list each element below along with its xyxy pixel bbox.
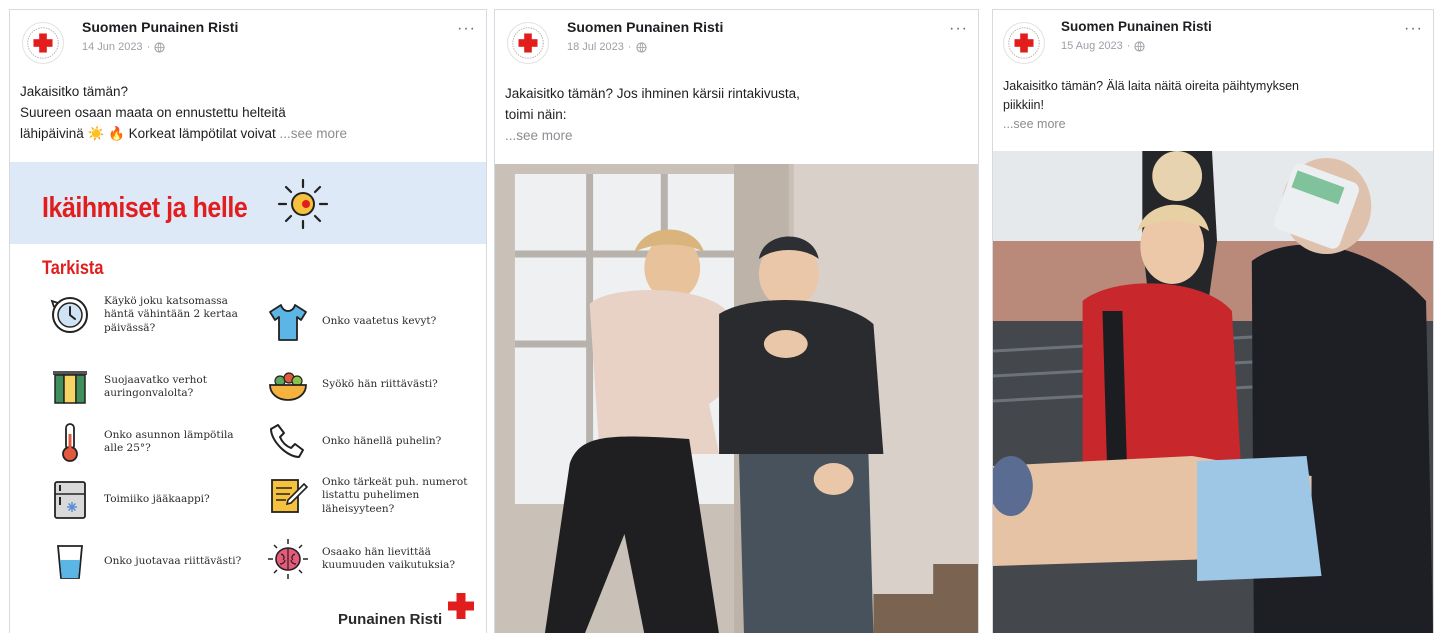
globe-icon xyxy=(635,41,647,53)
infographic-subtitle: Tarkista xyxy=(42,258,104,279)
more-horizontal-icon[interactable]: ··· xyxy=(1404,21,1423,37)
red-cross-logo-icon xyxy=(512,27,544,59)
caption-line: Jakaisitko tämän? Jos ihminen kärsii rin… xyxy=(505,86,800,101)
globe-icon xyxy=(1134,40,1146,52)
checklist-item: Suojaavatko verhot auringonvalolta? xyxy=(48,365,254,409)
post-date[interactable]: 14 Jun 2023 xyxy=(82,41,143,53)
first-aid-photo-illustration xyxy=(993,151,1433,633)
checklist-item-text: Onko hänellä puhelin? xyxy=(322,435,442,448)
checklist-item: Osaako hän lievittää kuumuuden vaikutuks… xyxy=(266,537,472,581)
brand-name: Punainen Risti xyxy=(338,611,443,628)
checklist-item-text: Onko juotavaa riittävästi? xyxy=(104,555,242,568)
more-horizontal-icon[interactable]: ··· xyxy=(949,21,968,37)
checklist-item: Onko juotavaa riittävästi? xyxy=(48,540,254,584)
checklist-item-text: Osaako hän lievittää kuumuuden vaikutuks… xyxy=(322,545,456,572)
checklist-item-text: Onko tärkeät puh. numerot listattu puhel… xyxy=(322,475,468,515)
checklist-item-text: Käykö joku katsomassa häntä vähintään 2 … xyxy=(104,294,238,334)
post-intoxication-symptoms: Suomen Punainen Risti 15 Aug 2023 · ··· … xyxy=(992,9,1434,633)
curtain-icon xyxy=(48,365,92,409)
post-photo[interactable] xyxy=(495,164,978,633)
brain-icon xyxy=(266,537,310,581)
phone-icon xyxy=(266,420,310,464)
page-avatar[interactable] xyxy=(22,22,64,64)
caption-line: piikkiin! xyxy=(1003,98,1044,112)
post-meta: 18 Jul 2023 · xyxy=(567,41,647,53)
caption-line: Jakaisitko tämän? Älä laita näitä oireit… xyxy=(1003,79,1299,93)
caption-line: lähipäivinä ☀️ 🔥 Korkeat lämpötilat voiv… xyxy=(20,126,348,141)
see-more-link[interactable]: ...see more xyxy=(505,125,968,146)
page-avatar[interactable] xyxy=(1003,22,1045,64)
chest-pain-photo-illustration xyxy=(495,164,978,633)
checklist-item: Onko asunnon lämpötila alle 25°? xyxy=(48,420,254,464)
food-bowl-icon xyxy=(266,363,310,407)
thermometer-icon xyxy=(48,420,92,464)
post-header: Suomen Punainen Risti 14 Jun 2023 · ··· xyxy=(10,10,486,70)
page-name-link[interactable]: Suomen Punainen Risti xyxy=(82,19,238,35)
page-name-link[interactable]: Suomen Punainen Risti xyxy=(567,19,723,35)
post-caption: Jakaisitko tämän? Suureen osaan maata on… xyxy=(20,81,476,144)
post-photo[interactable] xyxy=(993,151,1433,633)
post-caption: Jakaisitko tämän? Jos ihminen kärsii rin… xyxy=(505,83,968,146)
red-cross-logo-icon xyxy=(27,27,59,59)
caption-line: toimi näin: xyxy=(505,107,567,122)
post-header: Suomen Punainen Risti 15 Aug 2023 · ··· xyxy=(993,10,1433,70)
red-cross-logo-icon xyxy=(1008,27,1040,59)
see-more-link[interactable]: ...see more xyxy=(280,126,348,141)
infographic-title: Ikäihmiset ja helle xyxy=(42,192,248,224)
checklist-item-text: Syökö hän riittävästi? xyxy=(322,378,438,391)
red-cross-icon xyxy=(448,593,474,619)
checklist-item: Syökö hän riittävästi? xyxy=(266,363,472,407)
notepad-icon xyxy=(266,474,310,518)
more-horizontal-icon[interactable]: ··· xyxy=(457,21,476,37)
infographic-image[interactable]: Ikäihmiset ja helle Tarkista Käykö joku … xyxy=(10,162,486,633)
post-chest-pain: Suomen Punainen Risti 18 Jul 2023 · ··· … xyxy=(494,9,979,633)
checklist-item-text: Onko vaatetus kevyt? xyxy=(322,315,437,328)
checklist-item: Käykö joku katsomassa häntä vähintään 2 … xyxy=(48,293,254,337)
post-date[interactable]: 18 Jul 2023 xyxy=(567,41,624,53)
page-name-link[interactable]: Suomen Punainen Risti xyxy=(1061,19,1212,34)
globe-icon xyxy=(154,41,165,53)
infographic-banner: Ikäihmiset ja helle xyxy=(10,162,486,244)
sun-icon xyxy=(277,178,329,230)
post-meta: 15 Aug 2023 · xyxy=(1061,40,1146,52)
see-more-link[interactable]: ...see more xyxy=(1003,115,1423,134)
clock-icon xyxy=(48,293,92,337)
checklist-item-text: Toimiiko jääkaappi? xyxy=(104,493,210,506)
post-meta: 14 Jun 2023 · xyxy=(82,41,165,53)
meta-separator: · xyxy=(1126,40,1131,52)
post-header: Suomen Punainen Risti 18 Jul 2023 · ··· xyxy=(495,10,978,70)
post-caption: Jakaisitko tämän? Älä laita näitä oireit… xyxy=(1003,77,1423,134)
checklist-item: Onko tärkeät puh. numerot listattu puhel… xyxy=(266,474,472,518)
tshirt-icon xyxy=(266,300,310,344)
post-date[interactable]: 15 Aug 2023 xyxy=(1061,40,1123,52)
meta-separator: · xyxy=(146,41,151,53)
fridge-icon xyxy=(48,478,92,522)
checklist-item: Onko hänellä puhelin? xyxy=(266,420,472,464)
checklist-item-text: Suojaavatko verhot auringonvalolta? xyxy=(104,373,207,400)
checklist-item: Toimiiko jääkaappi? xyxy=(48,478,254,522)
checklist-item: Onko vaatetus kevyt? xyxy=(266,300,472,344)
caption-line: Jakaisitko tämän? xyxy=(20,84,129,99)
checklist-item-text: Onko asunnon lämpötila alle 25°? xyxy=(104,428,234,455)
page-avatar[interactable] xyxy=(507,22,549,64)
water-glass-icon xyxy=(48,540,92,584)
caption-line: Suureen osaan maata on ennustettu heltei… xyxy=(20,105,286,120)
meta-separator: · xyxy=(627,41,632,53)
post-heat-elderly: Suomen Punainen Risti 14 Jun 2023 · ··· … xyxy=(9,9,487,633)
